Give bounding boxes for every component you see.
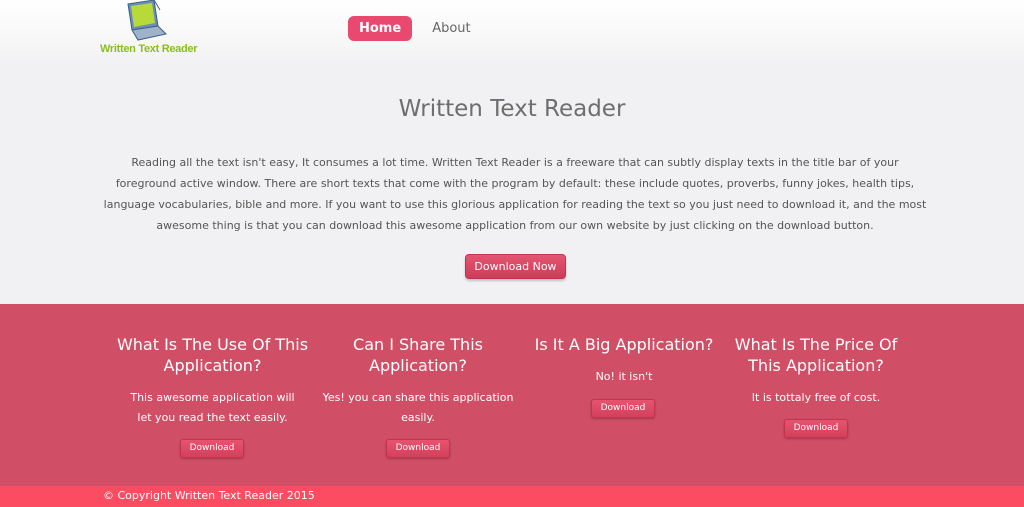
copyright-text: © Copyright Written Text Reader 2015 bbox=[103, 489, 315, 502]
feature-price: What Is The Price Of This Application? I… bbox=[728, 334, 904, 408]
footer: © Copyright Written Text Reader 2015 bbox=[0, 486, 1024, 507]
main-nav: Home About bbox=[348, 16, 481, 41]
header: Written Text Reader Home About bbox=[0, 0, 1024, 66]
feature-text: Yes! you can share this application easi… bbox=[322, 391, 514, 424]
feature-text: No! it isn't bbox=[595, 370, 653, 383]
feature-use: What Is The Use Of This Application? Thi… bbox=[110, 334, 315, 428]
download-now-button[interactable]: Download Now bbox=[465, 254, 566, 279]
laptop-logo-icon bbox=[127, 0, 168, 41]
feature-share: Can I Share This Application? Yes! you c… bbox=[322, 334, 514, 428]
download-button[interactable]: Download bbox=[784, 419, 848, 438]
page-title: Written Text Reader bbox=[398, 96, 626, 122]
hero-section: Written Text Reader Reading all the text… bbox=[0, 66, 1024, 304]
feature-title: Can I Share This Application? bbox=[353, 335, 483, 375]
feature-text: It is tottaly free of cost. bbox=[751, 391, 881, 404]
nav-about[interactable]: About bbox=[422, 16, 480, 41]
download-button[interactable]: Download bbox=[386, 439, 450, 458]
feature-title: Is It A Big Application? bbox=[534, 335, 714, 354]
download-button[interactable]: Download bbox=[180, 439, 244, 458]
download-button[interactable]: Download bbox=[591, 399, 655, 418]
feature-text: This awesome application will let you re… bbox=[130, 391, 295, 424]
nav-home[interactable]: Home bbox=[348, 16, 413, 41]
feature-title: What Is The Price Of This Application? bbox=[734, 335, 898, 375]
features-section: What Is The Use Of This Application? Thi… bbox=[0, 304, 1024, 486]
feature-size: Is It A Big Application? No! it isn't bbox=[528, 334, 720, 387]
feature-title: What Is The Use Of This Application? bbox=[116, 335, 309, 375]
logo[interactable]: Written Text Reader bbox=[100, 0, 198, 60]
logo-text: Written Text Reader bbox=[100, 43, 198, 55]
hero-description: Reading all the text isn't easy, It cons… bbox=[103, 156, 927, 232]
